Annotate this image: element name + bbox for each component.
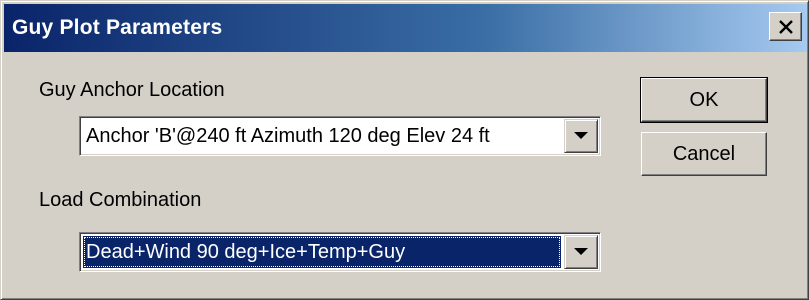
chevron-down-icon [574, 248, 588, 255]
load-combination-dropdown-button[interactable] [564, 235, 598, 269]
guy-anchor-location-value: Anchor 'B'@240 ft Azimuth 120 deg Elev 2… [86, 125, 490, 147]
ok-button[interactable]: OK [640, 77, 768, 123]
guy-anchor-location-label: Guy Anchor Location [39, 79, 225, 101]
chevron-down-icon [574, 132, 588, 139]
close-button[interactable] [769, 12, 802, 41]
close-icon [778, 19, 793, 34]
load-combination-label: Load Combination [39, 189, 202, 211]
guy-anchor-dropdown-button[interactable] [564, 119, 598, 153]
load-combination-dropdown[interactable]: Dead+Wind 90 deg+Ice+Temp+Guy [79, 232, 601, 272]
load-combination-value: Dead+Wind 90 deg+Ice+Temp+Guy [83, 236, 561, 268]
title-bar[interactable]: Guy Plot Parameters [4, 4, 807, 52]
window-title: Guy Plot Parameters [12, 16, 223, 39]
guy-plot-parameters-dialog: Guy Plot Parameters Guy Anchor Location … [0, 0, 809, 300]
cancel-button[interactable]: Cancel [641, 132, 767, 176]
guy-anchor-location-dropdown[interactable]: Anchor 'B'@240 ft Azimuth 120 deg Elev 2… [79, 116, 601, 156]
